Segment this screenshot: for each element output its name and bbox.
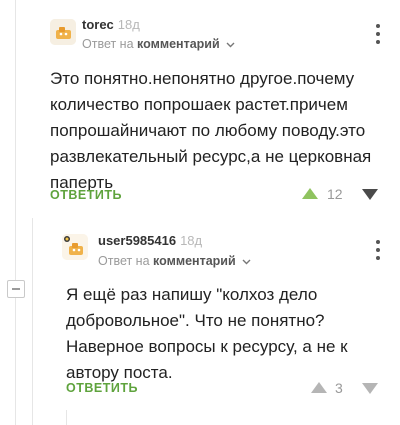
chevron-down-icon[interactable] xyxy=(226,42,235,48)
reply-to-line: Ответ на комментарий xyxy=(98,254,251,268)
reply-button[interactable]: ОТВЕТИТЬ xyxy=(50,188,122,202)
rating-count: 12 xyxy=(327,186,343,202)
downvote-icon[interactable] xyxy=(362,383,378,394)
comment-text: Это понятно.непонятно другое.почему коли… xyxy=(50,69,372,192)
rating-count: 3 xyxy=(335,380,343,396)
comment-age: 18д xyxy=(117,17,140,32)
comment-age: 18д xyxy=(180,233,203,248)
chevron-down-icon[interactable] xyxy=(242,259,251,265)
reply-to-prefix: Ответ на xyxy=(82,37,134,51)
more-options-icon[interactable] xyxy=(373,240,383,260)
thread-line-nested xyxy=(66,410,67,425)
avatar-icon[interactable] xyxy=(50,19,76,45)
more-options-icon[interactable] xyxy=(373,24,383,44)
username[interactable]: torec xyxy=(82,17,114,32)
thread-line-outer-lower xyxy=(15,298,16,425)
comment-author[interactable]: user5985416 18д xyxy=(98,233,202,248)
reply-to-link[interactable]: комментарий xyxy=(153,254,236,268)
reply-to-link[interactable]: комментарий xyxy=(137,37,220,51)
collapse-icon xyxy=(12,288,20,290)
username[interactable]: user5985416 xyxy=(98,233,176,248)
upvote-icon[interactable] xyxy=(311,382,327,393)
reply-to-prefix: Ответ на xyxy=(98,254,150,268)
upvote-icon[interactable] xyxy=(302,188,318,199)
comment-text: Я ещё раз напишу "колхоз дело добровольн… xyxy=(66,285,348,382)
comment-author[interactable]: torec 18д xyxy=(82,17,140,32)
avatar-icon[interactable] xyxy=(62,234,88,260)
thread-line-inner xyxy=(32,218,33,425)
downvote-icon[interactable] xyxy=(362,189,378,200)
reply-to-line: Ответ на комментарий xyxy=(82,37,235,51)
collapse-thread-button[interactable] xyxy=(7,280,25,298)
reply-button[interactable]: ОТВЕТИТЬ xyxy=(66,381,138,395)
thread-line-outer xyxy=(15,0,16,280)
